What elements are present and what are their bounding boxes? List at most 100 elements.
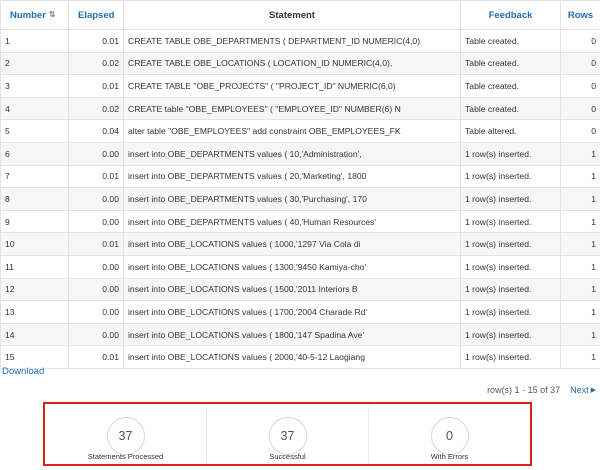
column-header-elapsed[interactable]: Elapsed <box>68 0 124 30</box>
cell-rows: 0 <box>560 29 600 53</box>
cell-number: 14 <box>0 322 69 347</box>
cell-elapsed: 0.01 <box>68 29 124 53</box>
cell-statement: insert into OBE_DEPARTMENTS values ( 40,… <box>123 209 461 234</box>
cell-elapsed: 0.00 <box>68 254 124 279</box>
cell-elapsed: 0.01 <box>68 164 124 189</box>
cell-feedback: Table created. <box>460 74 561 98</box>
cell-statement: insert into OBE_LOCATIONS values ( 2000,… <box>123 345 461 369</box>
cell-feedback: 1 row(s) inserted. <box>460 322 561 347</box>
column-header-rows[interactable]: Rows <box>560 0 600 30</box>
summary-statements-processed: 37 Statements Processed <box>45 404 207 464</box>
cell-statement: CREATE TABLE "OBE_PROJECTS" ( "PROJECT_I… <box>123 74 461 98</box>
table-row: 1 0.01 CREATE TABLE OBE_DEPARTMENTS ( DEPA… <box>0 29 600 53</box>
table-row: 15 0.01 insert into OBE_LOCATIONS values (… <box>0 345 600 369</box>
table-row: 8 0.00 insert into OBE_DEPARTMENTS values … <box>0 187 600 211</box>
summary-with-errors: 0 With Errors <box>369 404 530 464</box>
cell-rows: 0 <box>560 74 600 98</box>
cell-elapsed: 0.00 <box>68 141 124 166</box>
summary-label: With Errors <box>430 452 469 461</box>
cell-rows: 1 <box>560 277 600 302</box>
download-link[interactable]: Download <box>2 366 44 377</box>
cell-feedback: 1 row(s) inserted. <box>460 209 561 234</box>
summary-successful: 37 Successful <box>207 404 369 464</box>
table-row: 9 0.00 insert into OBE_DEPARTMENTS values … <box>0 209 600 234</box>
cell-elapsed: 0.01 <box>68 345 124 369</box>
table-row: 12 0.00 insert into OBE_LOCATIONS values (… <box>0 277 600 302</box>
cell-feedback: 1 row(s) inserted. <box>460 187 561 211</box>
cell-feedback: 1 row(s) inserted. <box>460 300 561 324</box>
cell-rows: 1 <box>560 345 600 369</box>
cell-number: 13 <box>0 300 69 324</box>
cell-elapsed: 0.00 <box>68 277 124 302</box>
sort-ascending-icon[interactable]: ⇅ <box>49 10 56 19</box>
cell-number: 4 <box>0 96 69 121</box>
cell-elapsed: 0.01 <box>68 74 124 98</box>
cell-number: 12 <box>0 277 69 302</box>
table-row: 6 0.00 insert into OBE_DEPARTMENTS values … <box>0 141 600 166</box>
cell-number: 10 <box>0 232 69 256</box>
cell-statement: alter table "OBE_EMPLOYEES" add constrai… <box>123 119 461 143</box>
cell-statement: insert into OBE_LOCATIONS values ( 1700,… <box>123 300 461 324</box>
cell-number: 1 <box>0 29 69 53</box>
execution-summary: 37 Statements Processed 37 Successful 0 … <box>43 402 532 466</box>
column-header-number-label: Number <box>10 9 46 21</box>
cell-elapsed: 0.02 <box>68 96 124 121</box>
triangle-right-icon: ▶ <box>590 387 596 394</box>
results-table-body: 1 0.01 CREATE TABLE OBE_DEPARTMENTS ( DEPA… <box>0 29 600 369</box>
column-header-statement: Statement <box>123 0 461 30</box>
cell-statement: insert into OBE_LOCATIONS values ( 1000,… <box>123 232 461 256</box>
cell-rows: 1 <box>560 164 600 189</box>
summary-value-circle: 0 <box>430 417 469 455</box>
table-row: 11 0.00 insert into OBE_LOCATIONS values (… <box>0 254 600 279</box>
cell-statement: insert into OBE_LOCATIONS values ( 1500,… <box>123 277 461 302</box>
cell-statement: CREATE TABLE OBE_LOCATIONS ( LOCATION_ID… <box>123 51 461 76</box>
cell-feedback: 1 row(s) inserted. <box>460 345 561 369</box>
summary-label: Successful <box>269 452 306 461</box>
cell-rows: 1 <box>560 322 600 347</box>
cell-number: 7 <box>0 164 69 189</box>
pagination-range: row(s) 1 - 15 of 37 <box>487 385 561 395</box>
cell-statement: CREATE TABLE OBE_DEPARTMENTS ( DEPARTMEN… <box>123 29 461 53</box>
next-page-link[interactable]: Next ▶ <box>570 385 596 395</box>
cell-rows: 0 <box>560 119 600 143</box>
cell-feedback: Table created. <box>460 96 561 121</box>
cell-rows: 1 <box>560 232 600 256</box>
cell-rows: 1 <box>560 141 600 166</box>
cell-rows: 1 <box>560 187 600 211</box>
cell-number: 11 <box>0 254 69 279</box>
cell-rows: 0 <box>560 51 600 76</box>
results-table: Number ⇅ Elapsed Statement Feedback Rows … <box>0 0 600 369</box>
cell-feedback: 1 row(s) inserted. <box>460 254 561 279</box>
cell-elapsed: 0.02 <box>68 51 124 76</box>
cell-feedback: Table altered. <box>460 119 561 143</box>
cell-elapsed: 0.00 <box>68 322 124 347</box>
cell-number: 6 <box>0 141 69 166</box>
cell-feedback: 1 row(s) inserted. <box>460 141 561 166</box>
summary-label: Statements Processed <box>87 452 164 461</box>
table-row: 5 0.04 alter table "OBE_EMPLOYEES" add con… <box>0 119 600 143</box>
cell-number: 9 <box>0 209 69 234</box>
cell-number: 8 <box>0 187 69 211</box>
cell-statement: insert into OBE_LOCATIONS values ( 1300,… <box>123 254 461 279</box>
summary-value-circle: 37 <box>106 417 145 455</box>
table-header-row: Number ⇅ Elapsed Statement Feedback Rows <box>0 0 600 30</box>
cell-elapsed: 0.00 <box>68 209 124 234</box>
column-header-number[interactable]: Number ⇅ <box>0 0 69 30</box>
cell-statement: insert into OBE_DEPARTMENTS values ( 20,… <box>123 164 461 189</box>
table-row: 13 0.00 insert into OBE_LOCATIONS values (… <box>0 300 600 324</box>
summary-value-circle: 37 <box>268 417 307 455</box>
cell-number: 5 <box>0 119 69 143</box>
column-header-feedback[interactable]: Feedback <box>460 0 561 30</box>
table-row: 7 0.01 insert into OBE_DEPARTMENTS values … <box>0 164 600 189</box>
cell-number: 3 <box>0 74 69 98</box>
cell-rows: 1 <box>560 254 600 279</box>
cell-statement: insert into OBE_DEPARTMENTS values ( 30,… <box>123 187 461 211</box>
table-row: 14 0.00 insert into OBE_LOCATIONS values (… <box>0 322 600 347</box>
cell-feedback: 1 row(s) inserted. <box>460 277 561 302</box>
cell-number: 2 <box>0 51 69 76</box>
cell-elapsed: 0.00 <box>68 300 124 324</box>
cell-statement: CREATE table "OBE_EMPLOYEES" ( "EMPLOYEE… <box>123 96 461 121</box>
cell-rows: 0 <box>560 96 600 121</box>
cell-feedback: Table created. <box>460 29 561 53</box>
cell-elapsed: 0.04 <box>68 119 124 143</box>
